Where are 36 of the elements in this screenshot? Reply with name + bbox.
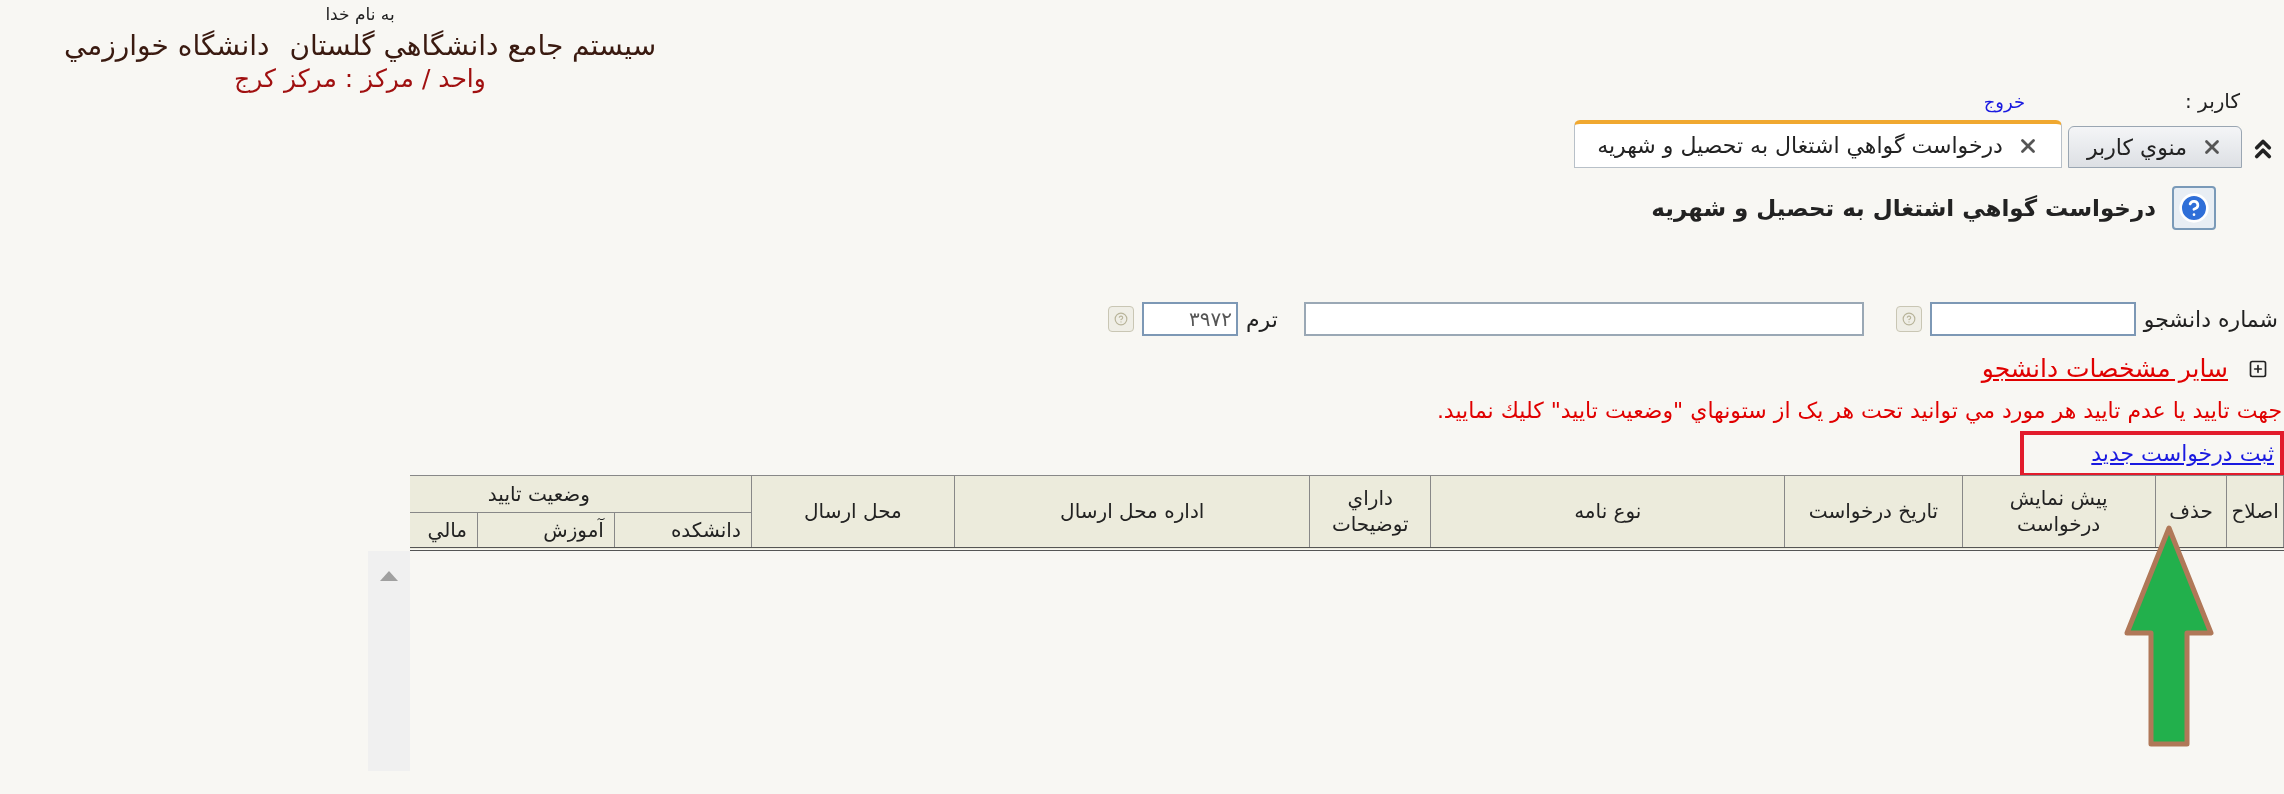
new-request-link[interactable]: ثبت درخواست جديد	[2091, 437, 2274, 470]
term-field[interactable]: ۳۹۷۲	[1141, 302, 1238, 336]
university-name: دانشگاه خوارزمي	[63, 27, 270, 63]
tab[interactable]: درخواست گواهي اشتغال به تحصيل و شهريه	[1574, 120, 2062, 168]
scrollbar[interactable]	[368, 551, 410, 771]
column-header: محل ارسال	[751, 475, 955, 549]
name-field[interactable]	[1303, 302, 1864, 336]
column-header: اصلاح	[2226, 475, 2284, 549]
column-header: اداره محل ارسال	[954, 475, 1310, 549]
column-header: حذف	[2155, 475, 2227, 549]
student-number-label: شماره دانشجو	[2143, 305, 2278, 334]
blessing-text: به نام خدا	[325, 3, 395, 26]
logout-link[interactable]: خروج	[1983, 88, 2025, 115]
column-header: تاريخ درخواست	[1784, 475, 1963, 549]
term-label: ترم	[1245, 305, 1278, 334]
column-header: وضعيت تاييد	[410, 475, 752, 512]
unit-text: واحد / مرکز : مرکز کرج	[234, 62, 486, 94]
system-title: سيستم جامع دانشگاهي گلستان	[289, 27, 657, 63]
expand-icon[interactable]	[2248, 358, 2268, 379]
column-header: داراي توضيحات	[1309, 475, 1431, 549]
help-icon	[2178, 192, 2210, 224]
user-label: کاربر :	[2185, 88, 2240, 115]
page-title: درخواست گواهي اشتغال به تحصيل و شهريه	[1651, 193, 2156, 224]
column-header: پيش نمايش درخواست	[1962, 475, 2156, 549]
scroll-up-icon[interactable]	[380, 571, 398, 581]
help-button[interactable]	[2172, 186, 2216, 230]
other-details-link[interactable]: ساير مشخصات دانشجو	[1981, 350, 2228, 388]
column-header: مالي	[410, 512, 478, 549]
help-icon	[1113, 312, 1128, 326]
student-number-field[interactable]	[1929, 302, 2136, 336]
instruction-text: جهت تاييد يا عدم تاييد هر مورد مي توانيد تحت هر يک از ستونهاي "وضعيت تاييد" كليك نماييد.	[1435, 396, 2283, 426]
column-header: نوع نامه	[1430, 475, 1785, 549]
help-icon	[1901, 312, 1916, 326]
column-header: دانشکده	[614, 512, 752, 549]
column-header: آموزش	[477, 512, 615, 549]
tab[interactable]: منوي کاربر	[2067, 126, 2242, 168]
